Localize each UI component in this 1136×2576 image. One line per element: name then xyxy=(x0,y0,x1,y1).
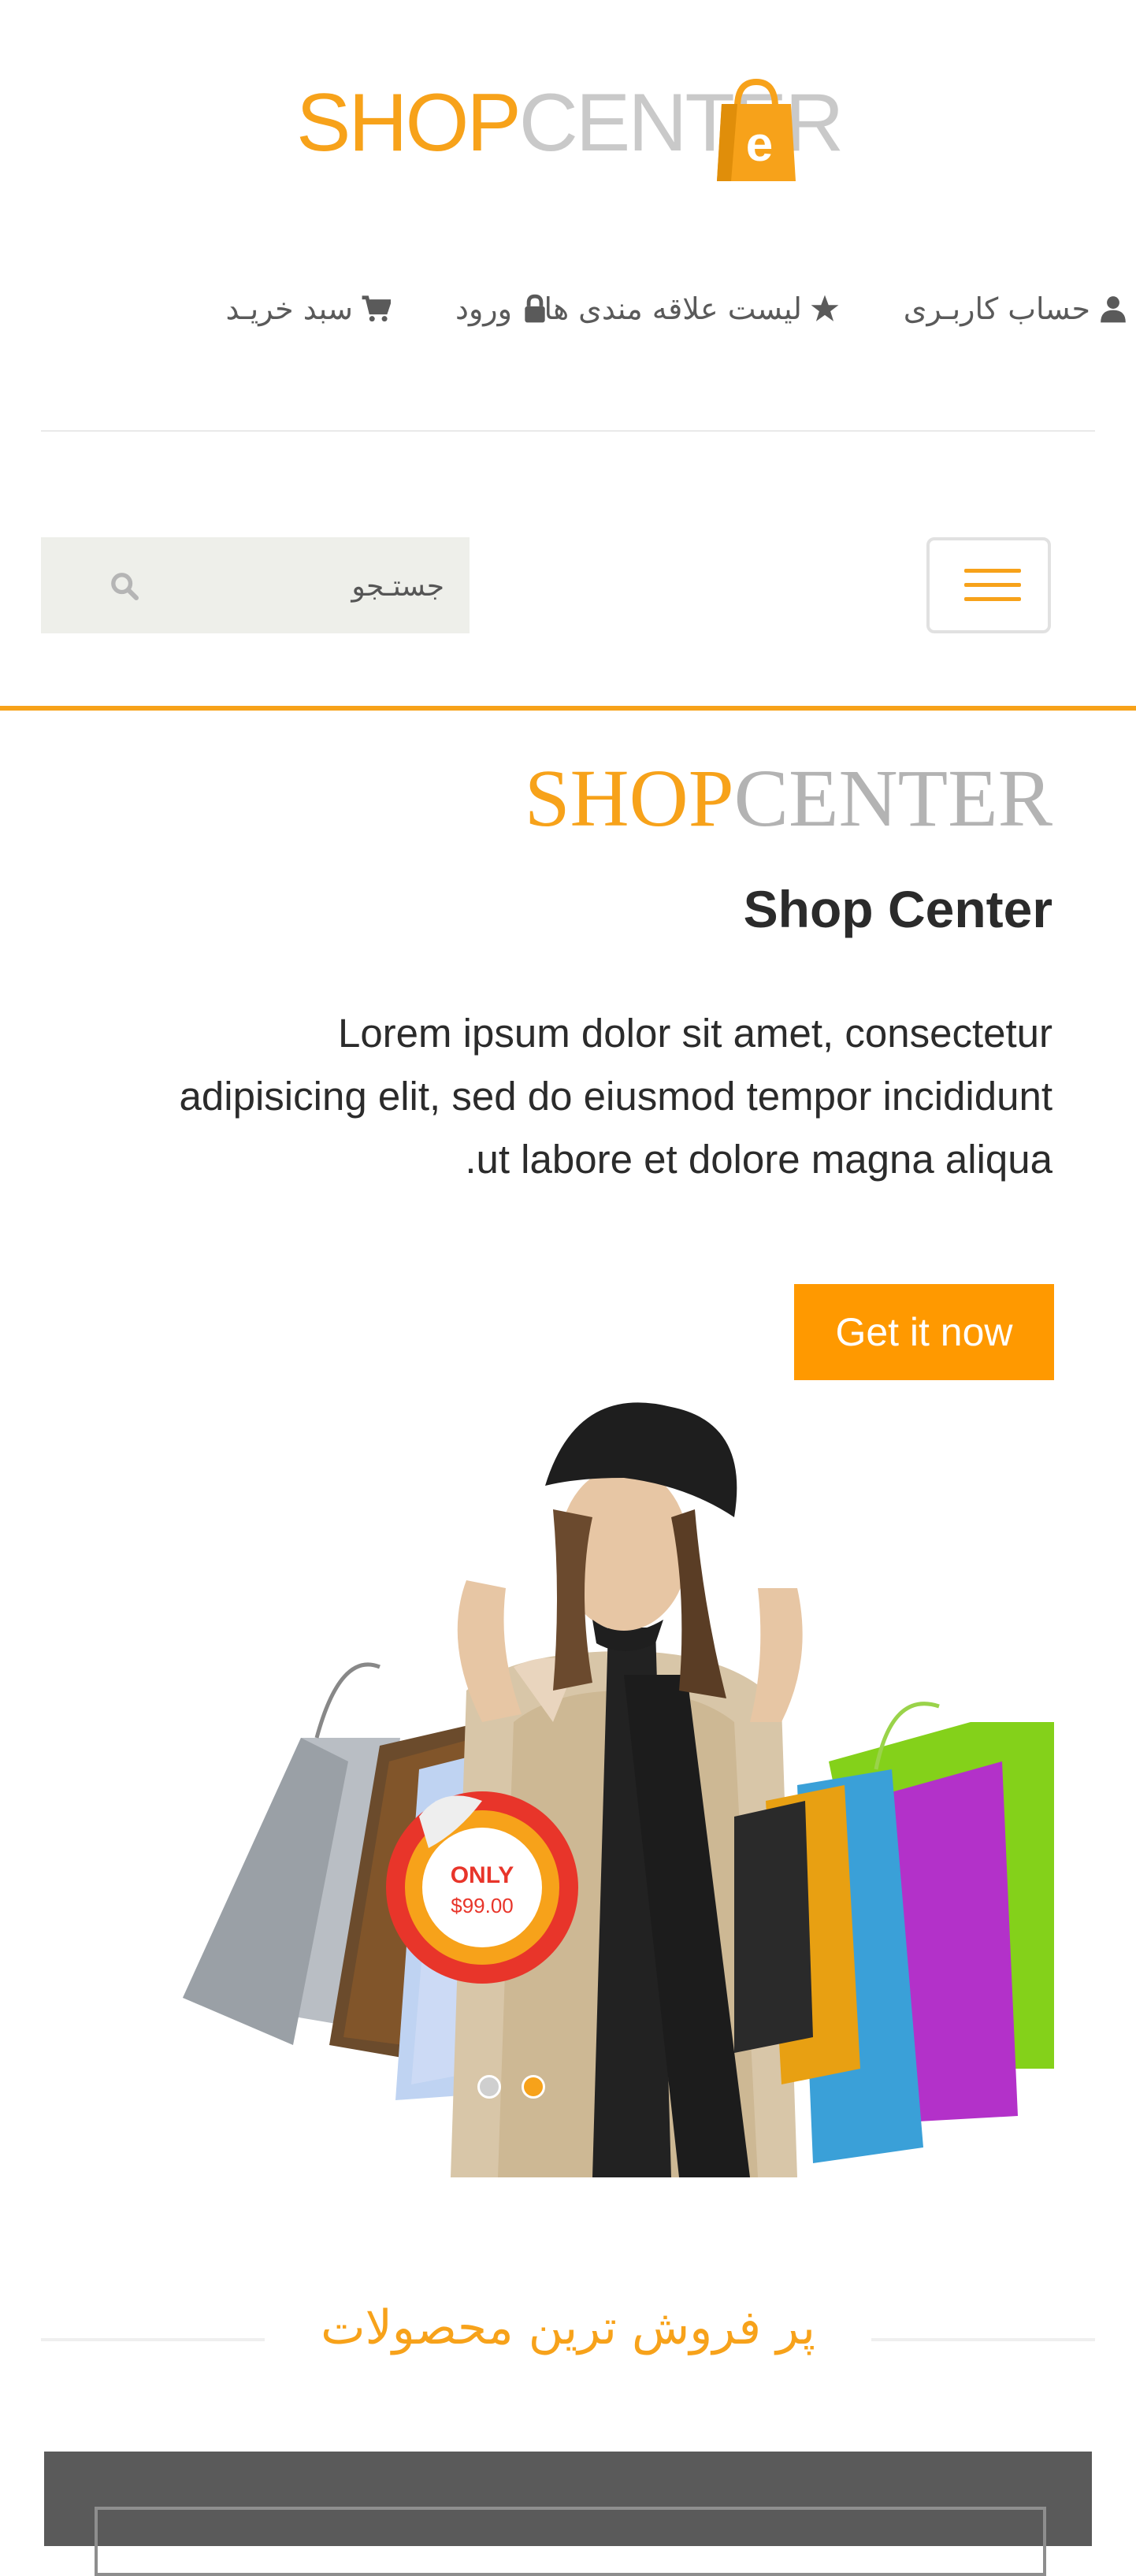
search-input[interactable] xyxy=(128,537,446,635)
price-badge: ONLY $99.00 xyxy=(386,1791,578,1984)
hero-description-line: .ut labore et dolore magna aliqua xyxy=(465,1137,1052,1182)
lock-icon xyxy=(525,294,545,323)
shopping-bag-logo-icon: e xyxy=(717,78,796,181)
star-icon xyxy=(811,295,839,321)
logo-shop-text: SHOP xyxy=(296,77,522,169)
product-card-frame xyxy=(95,2507,1046,2576)
header-divider xyxy=(41,430,1095,432)
logo-badge-letter: e xyxy=(746,117,773,172)
hero-description-line: adipisicing elit, sed do eiusmod tempor … xyxy=(179,1074,1052,1119)
menu-toggle-button[interactable] xyxy=(926,537,1051,633)
hero-brand-center: CENTER xyxy=(733,753,1052,844)
hamburger-bar xyxy=(964,583,1021,587)
nav-account[interactable]: حساب کاربـری xyxy=(904,291,1128,326)
hero-brand-title: SHOPCENTER xyxy=(525,758,1052,840)
nav-wishlist-label: لیست علاقه مندی ها xyxy=(544,291,802,326)
nav-account-label: حساب کاربـری xyxy=(903,291,1090,326)
hamburger-bar xyxy=(964,569,1021,573)
badge-only-text: ONLY xyxy=(451,1862,514,1888)
hero-slide-image: ONLY $99.00 xyxy=(183,1402,1054,2177)
hero-description-line: Lorem ipsum dolor sit amet, consectetur xyxy=(337,1011,1052,1056)
badge-price-text: $99.00 xyxy=(451,1894,514,1917)
hero-brand-shop: SHOP xyxy=(524,753,734,844)
hamburger-bar xyxy=(964,597,1021,601)
best-sellers-heading: پر فروش ترین محصولات xyxy=(0,2300,1136,2355)
hero-subtitle: Shop Center xyxy=(743,880,1052,938)
nav-login-label: ورود xyxy=(455,291,512,326)
nav-login[interactable]: ورود xyxy=(455,291,550,326)
search-box xyxy=(41,537,470,635)
cart-icon xyxy=(362,295,391,322)
user-icon xyxy=(1101,296,1126,323)
hero-description: Lorem ipsum dolor sit amet, consectetur … xyxy=(84,1002,1052,1191)
orange-divider xyxy=(0,706,1136,711)
site-logo[interactable]: SHOPCENTER e xyxy=(0,0,1136,205)
best-sellers-title: پر فروش ترین محصولات xyxy=(284,2300,852,2355)
nav-cart[interactable]: سبد خریـد xyxy=(226,291,391,326)
top-navigation: حساب کاربـری لیست علاقه مندی ها ورود سبد… xyxy=(0,291,1136,339)
nav-cart-label: سبد خریـد xyxy=(225,291,353,326)
slider-dot-2-active[interactable] xyxy=(522,2075,545,2099)
nav-wishlist[interactable]: لیست علاقه مندی ها xyxy=(544,291,840,326)
model-figure xyxy=(451,1402,803,2177)
slider-dot-1[interactable] xyxy=(477,2075,501,2099)
product-card[interactable] xyxy=(44,2452,1092,2576)
get-it-now-button[interactable]: Get it now xyxy=(794,1284,1054,1380)
